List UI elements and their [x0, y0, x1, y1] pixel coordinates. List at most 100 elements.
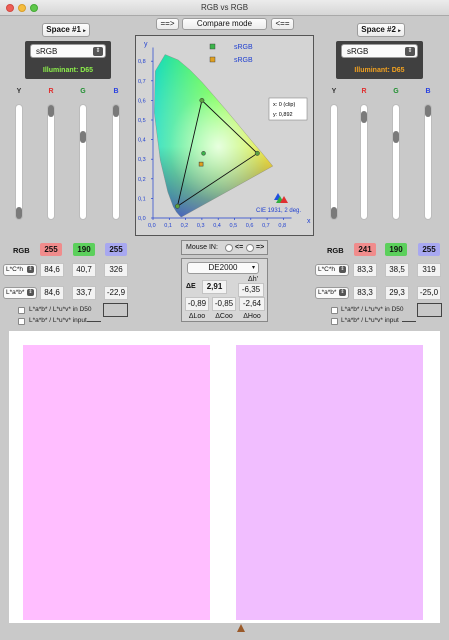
mouse-in-label: Mouse IN: — [186, 244, 218, 251]
slider-thumb[interactable] — [331, 207, 337, 219]
right-profile-select[interactable]: sRGB ⇕ — [341, 44, 418, 58]
left-lab-l[interactable]: 84,6 — [40, 286, 64, 300]
right-r-value[interactable]: 241 — [354, 243, 376, 256]
right-input-box[interactable] — [417, 303, 442, 317]
space1-button[interactable]: Space #1 ▸ — [42, 23, 90, 37]
slider-thumb[interactable] — [16, 207, 22, 219]
left-lch-mode-select[interactable]: L*C*h ⇕ — [3, 264, 37, 276]
right-lch-c[interactable]: 38,5 — [385, 263, 409, 277]
right-lch-mode-select[interactable]: L*C*h ⇕ — [315, 264, 349, 276]
slider-thumb[interactable] — [361, 110, 367, 123]
delta-method-select[interactable]: DE2000 ▾ — [187, 262, 259, 274]
right-d50-label: L*a*b* / L*u*v* in D50 — [341, 306, 404, 313]
mouse-in-left-label: <= — [235, 244, 244, 251]
left-rgb-label: RGB — [13, 246, 30, 255]
diagram-caption: CIE 1931, 2 deg. — [256, 208, 301, 214]
left-slider-b[interactable] — [112, 104, 120, 220]
right-slider-b[interactable] — [424, 104, 432, 220]
compare-mode-button[interactable]: Compare mode — [182, 18, 267, 30]
y-tick-label: 0,2 — [138, 177, 146, 183]
x-tick-label: 0,1 — [164, 223, 172, 229]
left-profile-value: sRGB — [36, 47, 58, 56]
y-tick-label: 0,6 — [138, 98, 146, 104]
left-slider-y[interactable] — [15, 104, 23, 220]
slider-thumb[interactable] — [80, 131, 86, 143]
primary-marker — [254, 150, 260, 156]
legend1-label: sRGB — [234, 44, 253, 51]
minimize-window-button[interactable] — [18, 4, 26, 12]
y-tick-label: 0,4 — [138, 138, 146, 144]
left-r-value[interactable]: 255 — [40, 243, 62, 256]
left-slider-g[interactable] — [79, 104, 87, 220]
copy-to-left-button[interactable]: <== — [271, 18, 294, 30]
delta-e-value: 2,91 — [202, 280, 227, 294]
left-d50-checkbox[interactable] — [18, 307, 25, 314]
left-channel-y-label: Y — [16, 88, 22, 95]
right-slider-r[interactable] — [360, 104, 368, 220]
delta-hoo-value: -2,64 — [239, 297, 265, 311]
right-b-value[interactable]: 255 — [418, 243, 440, 256]
readout-y: y: 0,892 — [273, 112, 293, 118]
slider-thumb[interactable] — [425, 105, 431, 117]
rgb-triangle-icon — [274, 193, 288, 203]
mouse-in-left-radio[interactable] — [225, 244, 233, 252]
delta-e-label: ΔE — [186, 283, 196, 290]
x-tick-label: 0,3 — [197, 223, 205, 229]
right-slider-y[interactable] — [330, 104, 338, 220]
right-slider-g[interactable] — [392, 104, 400, 220]
close-window-button[interactable] — [6, 4, 14, 12]
y-tick-label: 0,5 — [138, 118, 146, 124]
right-lab-l[interactable]: 83,3 — [353, 286, 377, 300]
y-tick-label: 0,0 — [138, 216, 146, 222]
mouse-in-right-radio[interactable] — [246, 244, 254, 252]
left-slider-r[interactable] — [47, 104, 55, 220]
right-lab-b[interactable]: -25,0 — [417, 286, 441, 300]
mouse-in-right-label: => — [256, 244, 265, 251]
left-b-value[interactable]: 255 — [105, 243, 127, 256]
chromaticity-diagram[interactable]: 0,0 0,1 0,2 0,3 0,4 0,5 0,6 0,7 0,8 0,0 0,1 0,2 0,3 0… — [135, 35, 314, 236]
left-input-checkbox[interactable] — [18, 318, 25, 325]
resize-handle-icon[interactable] — [237, 624, 245, 632]
x-tick-label: 0,4 — [213, 223, 221, 229]
left-lch-c[interactable]: 40,7 — [72, 263, 96, 277]
space2-button[interactable]: Space #2 ▸ — [357, 23, 405, 37]
zoom-window-button[interactable] — [30, 4, 38, 12]
left-lab-a[interactable]: 33,7 — [72, 286, 96, 300]
slider-thumb[interactable] — [113, 105, 119, 117]
title-bar: RGB vs RGB — [0, 0, 449, 16]
left-color-swatch — [23, 345, 210, 620]
right-lab-mode-select[interactable]: L*a*b* ⇕ — [315, 287, 349, 299]
right-g-value[interactable]: 190 — [385, 243, 407, 256]
chromaticity-svg: 0,0 0,1 0,2 0,3 0,4 0,5 0,6 0,7 0,8 0,0 0,1 0,2 0,3 0… — [138, 41, 311, 229]
primary-marker — [199, 97, 205, 103]
legend2-label: sRGB — [234, 57, 253, 64]
delta-method-value: DE2000 — [208, 263, 238, 272]
right-connector-line — [402, 321, 416, 322]
right-lch-mode-value: L*C*h — [318, 266, 335, 273]
slider-thumb[interactable] — [48, 105, 54, 117]
left-lab-b[interactable]: -22,9 — [104, 286, 128, 300]
delta-h-label: Δh' — [248, 276, 258, 283]
delta-h-value: -6,35 — [238, 283, 264, 297]
right-d50-checkbox[interactable] — [331, 307, 338, 314]
copy-to-right-button[interactable]: ==> — [156, 18, 179, 30]
left-g-value[interactable]: 190 — [73, 243, 95, 256]
left-input-label: L*a*b* / L*u*v* input — [29, 317, 87, 324]
x-tick-label: 0,7 — [262, 223, 270, 229]
right-lch-l[interactable]: 83,3 — [353, 263, 377, 277]
right-input-checkbox[interactable] — [331, 318, 338, 325]
left-input-box[interactable] — [103, 303, 128, 317]
slider-thumb[interactable] — [393, 131, 399, 143]
left-lch-h[interactable]: 326 — [104, 263, 128, 277]
popup-arrows-icon: ⇕ — [27, 266, 34, 273]
left-profile-select[interactable]: sRGB ⇕ — [30, 44, 106, 58]
right-lab-a[interactable]: 29,3 — [385, 286, 409, 300]
y-tick-label: 0,7 — [138, 79, 146, 85]
left-lch-l[interactable]: 84,6 — [40, 263, 64, 277]
delta-e-panel: DE2000 ▾ ΔE 2,91 Δh' -6,35 -0,89 -0,85 -… — [181, 258, 268, 322]
left-lab-mode-select[interactable]: L*a*b* ⇕ — [3, 287, 37, 299]
window-title: RGB vs RGB — [200, 3, 249, 12]
space1-label: Space #1 — [46, 25, 81, 34]
right-lch-h[interactable]: 319 — [417, 263, 441, 277]
readout-x: x: 0 (clip) — [273, 102, 295, 108]
